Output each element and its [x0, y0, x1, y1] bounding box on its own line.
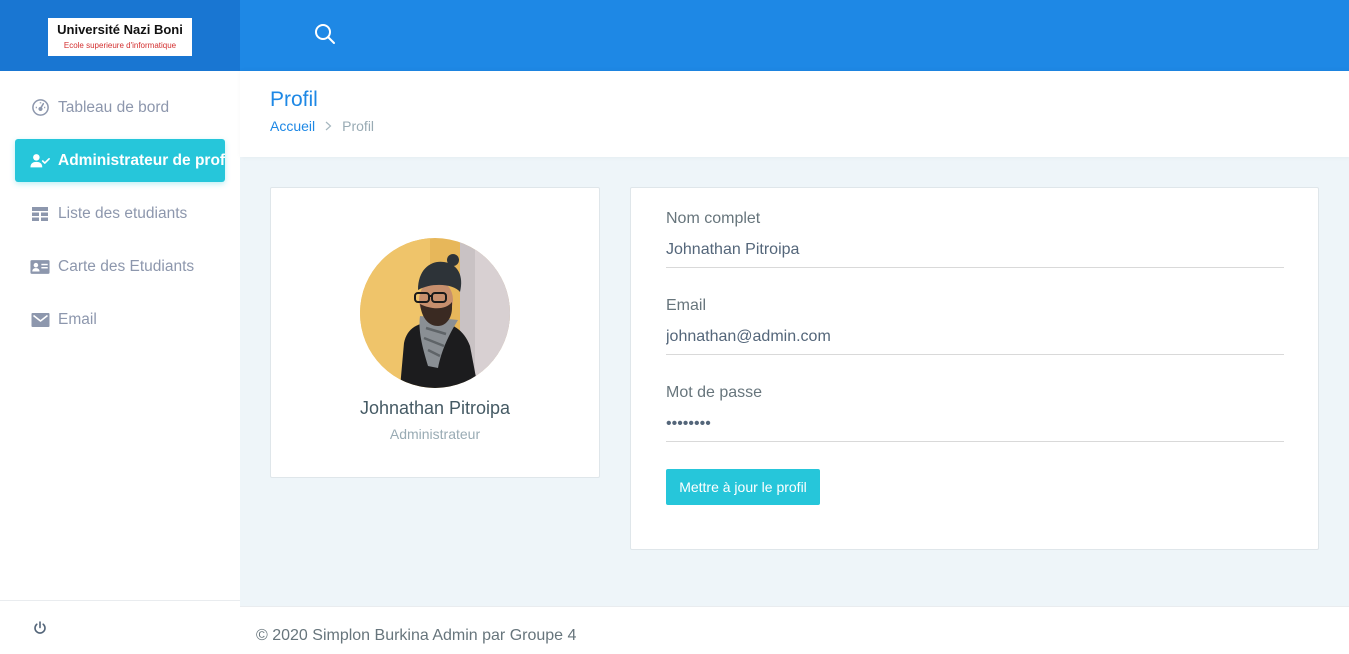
breadcrumb: Accueil Profil: [270, 118, 374, 134]
table-icon: [30, 204, 50, 224]
sidebar-footer: [0, 600, 240, 654]
password-field-group: Mot de passe: [666, 384, 1284, 442]
page-titles: Profil Accueil Profil: [240, 71, 1349, 157]
logo-subtitle: Ecole superieure d'informatique: [63, 41, 177, 50]
sidebar-item-email[interactable]: Email: [15, 298, 225, 341]
sidebar-item-student-cards[interactable]: Carte des Etudiants: [15, 245, 225, 288]
fullname-label: Nom complet: [666, 210, 761, 227]
sidebar-item-label: Tableau de bord: [58, 98, 170, 116]
id-card-icon: [30, 257, 50, 277]
sidebar-item-label: Email: [58, 310, 97, 328]
update-profile-button[interactable]: Mettre à jour le profil: [666, 469, 820, 505]
profile-card: Johnathan Pitroipa Administrateur: [270, 187, 600, 478]
password-input[interactable]: [666, 406, 1284, 442]
footer: © 2020 Simplon Burkina Admin par Groupe …: [240, 606, 1349, 654]
fullname-input[interactable]: [666, 232, 1284, 268]
sidebar-item-profile-admin[interactable]: Administrateur de profil: [15, 139, 225, 182]
email-label: Email: [666, 297, 707, 314]
sidebar-item-label: Administrateur de profil: [58, 151, 225, 169]
user-check-icon: [30, 151, 50, 171]
university-logo[interactable]: Université Nazi Boni Ecole superieure d'…: [48, 18, 192, 56]
sidebar: Tableau de bord Administrateur de profil…: [0, 71, 240, 654]
sidebar-item-label: Carte des Etudiants: [58, 257, 195, 275]
chevron-right-icon: [325, 119, 332, 134]
breadcrumb-home-link[interactable]: Accueil: [270, 118, 315, 134]
mail-icon: [30, 310, 50, 330]
dashboard-gauge-icon: [30, 98, 50, 118]
power-icon[interactable]: [31, 619, 49, 637]
footer-copyright: © 2020 Simplon Burkina Admin par Groupe …: [256, 627, 577, 644]
search-icon[interactable]: [313, 22, 337, 46]
profile-role: Administrateur: [389, 426, 481, 442]
fullname-field-group: Nom complet: [666, 210, 1284, 268]
password-label: Mot de passe: [666, 384, 763, 401]
brand-area: Université Nazi Boni Ecole superieure d'…: [0, 0, 240, 71]
sidebar-item-students-list[interactable]: Liste des etudiants: [15, 192, 225, 235]
sidebar-item-label: Liste des etudiants: [58, 204, 188, 222]
profile-name: Johnathan Pitroipa: [359, 398, 511, 418]
sidebar-item-dashboard[interactable]: Tableau de bord: [15, 86, 225, 129]
logo-title: Université Nazi Boni: [57, 22, 183, 37]
email-field-group: Email: [666, 297, 1284, 355]
breadcrumb-current: Profil: [342, 118, 375, 134]
email-input[interactable]: [666, 319, 1284, 355]
topbar: Université Nazi Boni Ecole superieure d'…: [0, 0, 1349, 71]
profile-form-card: Nom complet Email Mot de passe Mettre à …: [630, 187, 1319, 550]
avatar: [360, 238, 510, 388]
page-title: Profil: [270, 88, 318, 111]
